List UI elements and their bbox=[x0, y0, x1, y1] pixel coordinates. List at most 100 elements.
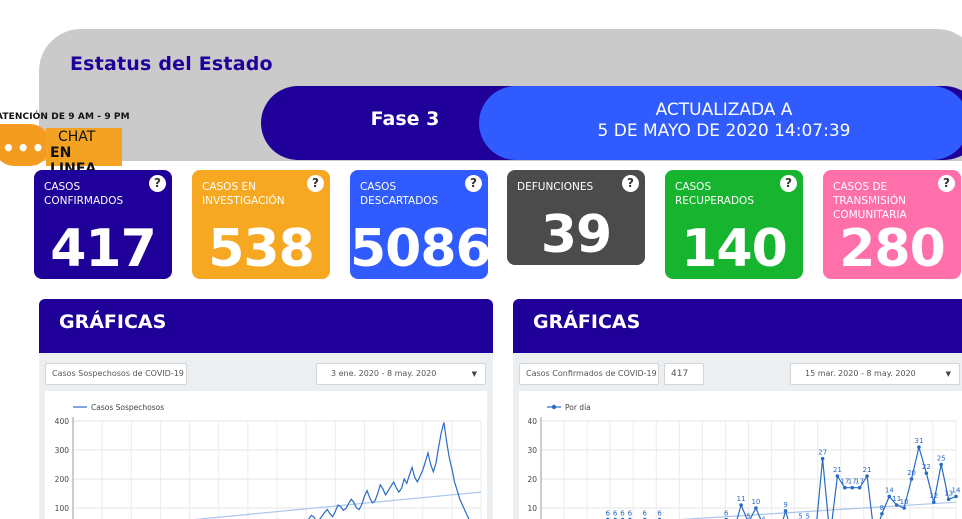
status-title: Estatus del Estado bbox=[70, 53, 273, 75]
data-label: 22 bbox=[922, 463, 931, 471]
page-root: Estatus del Estado Fase 3 ACTUALIZADA A … bbox=[0, 0, 962, 519]
help-icon[interactable]: ? bbox=[938, 175, 955, 192]
data-label: 27 bbox=[818, 449, 827, 457]
data-label: 4 bbox=[761, 515, 766, 519]
data-label: 12 bbox=[929, 492, 938, 500]
stat-label: CASOS DE TRANSMISIÓN COMUNITARIA bbox=[833, 181, 907, 221]
data-point[interactable] bbox=[865, 474, 869, 478]
data-label: 21 bbox=[863, 466, 872, 474]
data-label: 11 bbox=[737, 495, 746, 503]
data-point[interactable] bbox=[783, 509, 788, 513]
chat-widget[interactable]: ••• CHAT EN LINEA bbox=[0, 124, 124, 177]
plot-area: Casos Sospechosos 400 300 200 100 bbox=[45, 391, 487, 519]
data-point[interactable] bbox=[954, 494, 958, 499]
date-range-label: 15 mar. 2020 - 8 may. 2020 bbox=[805, 369, 916, 378]
data-point[interactable] bbox=[857, 485, 862, 490]
data-point[interactable] bbox=[939, 462, 943, 467]
stat-value: 538 bbox=[208, 219, 315, 279]
data-label: 5 bbox=[798, 513, 802, 519]
data-label: 21 bbox=[833, 466, 842, 474]
chat-hours: ATENCIÓN DE 9 AM - 9 PM bbox=[0, 112, 130, 122]
data-point[interactable] bbox=[739, 503, 743, 507]
data-label: 14 bbox=[952, 486, 961, 494]
series-markers: 0130000306666663322621151049552721171717… bbox=[554, 437, 961, 519]
data-label: 6 bbox=[643, 510, 648, 518]
legend: Casos Sospechosos bbox=[73, 403, 164, 412]
stat-value: 39 bbox=[540, 205, 612, 265]
updated-datetime: 5 DE MAYO DE 2020 14:07:39 bbox=[597, 121, 851, 141]
data-label: 14 bbox=[885, 486, 894, 494]
help-icon[interactable]: ? bbox=[780, 175, 797, 192]
data-point[interactable] bbox=[931, 500, 936, 504]
date-range-label: 3 ene. 2020 - 8 may. 2020 bbox=[331, 369, 437, 378]
legend-label: Casos Sospechosos bbox=[91, 403, 164, 412]
y-tick-label: 200 bbox=[55, 475, 70, 484]
stat-card-transmision-comunitaria: CASOS DE TRANSMISIÓN COMUNITARIA ? 280 bbox=[823, 170, 961, 279]
stat-label: CASOS EN INVESTIGACIÓN bbox=[202, 181, 285, 207]
data-point[interactable] bbox=[820, 456, 825, 461]
data-label: 6 bbox=[620, 510, 625, 518]
chart-header: GRÁFICAS bbox=[39, 299, 493, 353]
date-range-selector[interactable]: 3 ene. 2020 - 8 may. 2020 ▼ bbox=[316, 363, 486, 385]
chart-body: Casos Sospechosos de COVID-19 3 ene. 202… bbox=[39, 353, 493, 519]
data-label: 10 bbox=[751, 498, 760, 506]
metric-selector[interactable]: Casos Confirmados de COVID-19 bbox=[519, 363, 659, 385]
data-point[interactable] bbox=[850, 485, 855, 490]
stat-card-confirmados: CASOS CONFIRMADOS ? 417 bbox=[34, 170, 172, 279]
legend-label: Por día bbox=[565, 403, 591, 412]
data-label: 6 bbox=[657, 510, 662, 518]
chart-confirmados: Por día403020100130000306666663322621151… bbox=[527, 403, 961, 519]
help-icon[interactable]: ? bbox=[149, 175, 166, 192]
data-point[interactable] bbox=[754, 506, 758, 510]
chat-bubble-icon[interactable]: ••• bbox=[0, 124, 50, 166]
stat-card-defunciones: DEFUNCIONES ? 39 bbox=[507, 170, 645, 265]
data-label: 6 bbox=[724, 510, 729, 518]
help-icon[interactable]: ? bbox=[307, 175, 324, 192]
y-tick-label: 10 bbox=[527, 504, 537, 513]
stat-label: CASOS RECUPERADOS bbox=[675, 181, 754, 207]
help-icon[interactable]: ? bbox=[465, 175, 482, 192]
legend: Por día bbox=[547, 403, 591, 412]
updated-label: ACTUALIZADA A bbox=[655, 100, 793, 120]
y-tick-label: 30 bbox=[527, 446, 537, 455]
metric-selector-label: Casos Sospechosos de COVID-19 bbox=[52, 369, 184, 378]
data-point[interactable] bbox=[894, 503, 899, 507]
data-label: 31 bbox=[914, 437, 923, 445]
data-label: 25 bbox=[937, 455, 946, 463]
data-point[interactable] bbox=[835, 474, 840, 478]
data-point[interactable] bbox=[887, 494, 892, 499]
data-point[interactable] bbox=[902, 506, 906, 510]
data-label: 20 bbox=[907, 469, 916, 477]
legend-marker bbox=[551, 404, 557, 410]
chevron-down-icon: ▼ bbox=[945, 370, 951, 378]
data-point[interactable] bbox=[843, 485, 847, 490]
data-label: 6 bbox=[613, 510, 618, 518]
data-point[interactable] bbox=[880, 512, 884, 516]
stat-label: CASOS DESCARTADOS bbox=[360, 181, 439, 207]
total-display: 417 bbox=[664, 363, 704, 385]
plot-area: Por día403020100130000306666663322621151… bbox=[519, 391, 962, 519]
chat-button[interactable]: CHAT EN LINEA bbox=[46, 128, 122, 177]
stat-card-descartados: CASOS DESCARTADOS ? 5086 bbox=[350, 170, 492, 279]
data-label: 9 bbox=[783, 501, 787, 509]
data-label: 6 bbox=[605, 510, 610, 518]
stat-value: 5086 bbox=[350, 219, 492, 279]
y-tick-label: 300 bbox=[55, 446, 70, 455]
chart-body: Casos Confirmados de COVID-19 417 15 mar… bbox=[513, 353, 962, 519]
y-tick-label: 20 bbox=[527, 475, 537, 484]
stat-value: 280 bbox=[839, 219, 946, 279]
chart-panel-sospechosos: GRÁFICAS Casos Sospechosos de COVID-19 3… bbox=[39, 299, 493, 519]
y-tick-label: 40 bbox=[527, 417, 537, 426]
data-point[interactable] bbox=[924, 471, 929, 475]
metric-selector[interactable]: Casos Sospechosos de COVID-19 bbox=[45, 363, 187, 385]
date-range-selector[interactable]: 15 mar. 2020 - 8 may. 2020 ▼ bbox=[790, 363, 960, 385]
data-point[interactable] bbox=[917, 445, 921, 449]
data-point[interactable] bbox=[946, 497, 951, 502]
metric-selector-label: Casos Confirmados de COVID-19 bbox=[526, 369, 657, 378]
chat-label: CHAT bbox=[58, 129, 96, 145]
data-label: 6 bbox=[628, 510, 633, 518]
stat-card-recuperados: CASOS RECUPERADOS ? 140 bbox=[665, 170, 803, 279]
chart-sospechosos: Casos Sospechosos 400 300 200 100 bbox=[55, 403, 482, 519]
help-icon[interactable]: ? bbox=[622, 175, 639, 192]
data-point[interactable] bbox=[909, 477, 914, 481]
